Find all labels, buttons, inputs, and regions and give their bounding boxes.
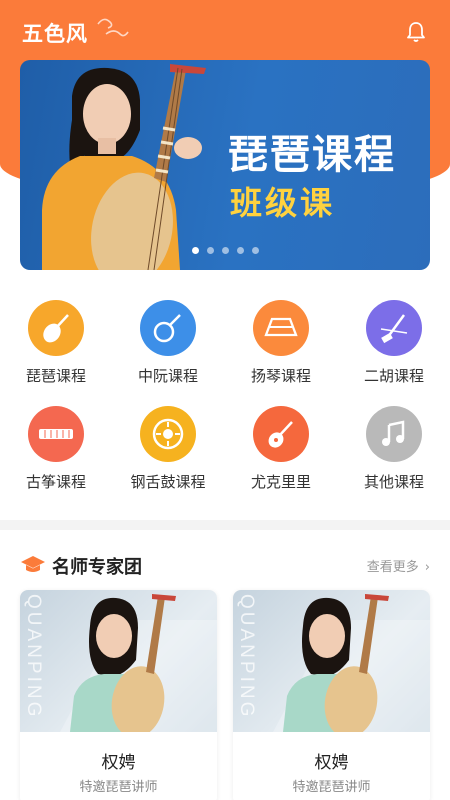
- category-label: 尤克里里: [250, 473, 311, 491]
- ukulele-icon: [253, 406, 309, 462]
- category-yangqin[interactable]: 扬琴课程: [225, 300, 337, 386]
- experts-section-header: 名师专家团 查看更多 ›: [20, 552, 430, 578]
- category-other[interactable]: 其他课程: [338, 406, 450, 492]
- category-erhu[interactable]: 二胡课程: [338, 300, 450, 386]
- view-more-label: 查看更多: [366, 560, 419, 575]
- experts-section-title: 名师专家团: [52, 557, 142, 578]
- category-tongue-drum[interactable]: 钢舌鼓课程: [112, 406, 224, 492]
- pipa-icon: [28, 300, 84, 356]
- carousel-dot[interactable]: [236, 247, 244, 254]
- zhongruan-icon: [140, 300, 196, 356]
- expert-role: 特邀琵琶讲师: [292, 780, 371, 795]
- promo-banner[interactable]: 琵琶课程 班级课: [20, 60, 430, 270]
- carousel-dot[interactable]: [206, 247, 214, 254]
- wind-swirl-icon: [97, 18, 129, 37]
- expert-name: 权娉: [314, 753, 349, 773]
- view-more-link[interactable]: 查看更多 ›: [367, 556, 430, 575]
- section-divider: [0, 520, 450, 530]
- expert-card[interactable]: QUANPING 权娉 特邀琵琶讲师: [20, 590, 217, 800]
- bell-icon[interactable]: [404, 20, 428, 44]
- expert-photo: QUANPING: [233, 590, 430, 732]
- chevron-right-icon: ›: [424, 560, 430, 575]
- erhu-icon: [366, 300, 422, 356]
- category-ukulele[interactable]: 尤克里里: [225, 406, 337, 492]
- expert-photo: QUANPING: [20, 590, 217, 732]
- top-bar: 五色风: [0, 0, 450, 62]
- category-label: 二胡课程: [363, 367, 424, 385]
- expert-role: 特邀琵琶讲师: [79, 780, 158, 795]
- category-label: 钢舌鼓课程: [130, 473, 206, 491]
- app-title: 五色风: [22, 22, 88, 46]
- category-label: 其他课程: [363, 473, 424, 491]
- carousel-dot[interactable]: [251, 247, 259, 254]
- music-note-icon: [366, 406, 422, 462]
- expert-card[interactable]: QUANPING 权娉 特邀琵琶讲师: [233, 590, 430, 800]
- category-guzheng[interactable]: 古筝课程: [0, 406, 112, 492]
- banner-subtitle: 班级课: [230, 184, 336, 222]
- category-pipa[interactable]: 琵琶课程: [0, 300, 112, 386]
- category-label: 古筝课程: [25, 473, 86, 491]
- guzheng-icon: [28, 406, 84, 462]
- category-label: 中阮课程: [137, 367, 198, 385]
- graduation-cap-icon: [21, 556, 45, 572]
- carousel-dots: [20, 247, 430, 254]
- carousel-dot[interactable]: [221, 247, 229, 254]
- tongue-drum-icon: [140, 406, 196, 462]
- category-zhongruan[interactable]: 中阮课程: [112, 300, 224, 386]
- yangqin-icon: [253, 300, 309, 356]
- carousel-dot-active[interactable]: [191, 247, 199, 254]
- category-label: 扬琴课程: [250, 367, 311, 385]
- expert-name: 权娉: [101, 753, 136, 773]
- banner-photo: [42, 64, 206, 270]
- banner-title: 琵琶课程: [228, 132, 396, 178]
- category-label: 琵琶课程: [25, 367, 86, 385]
